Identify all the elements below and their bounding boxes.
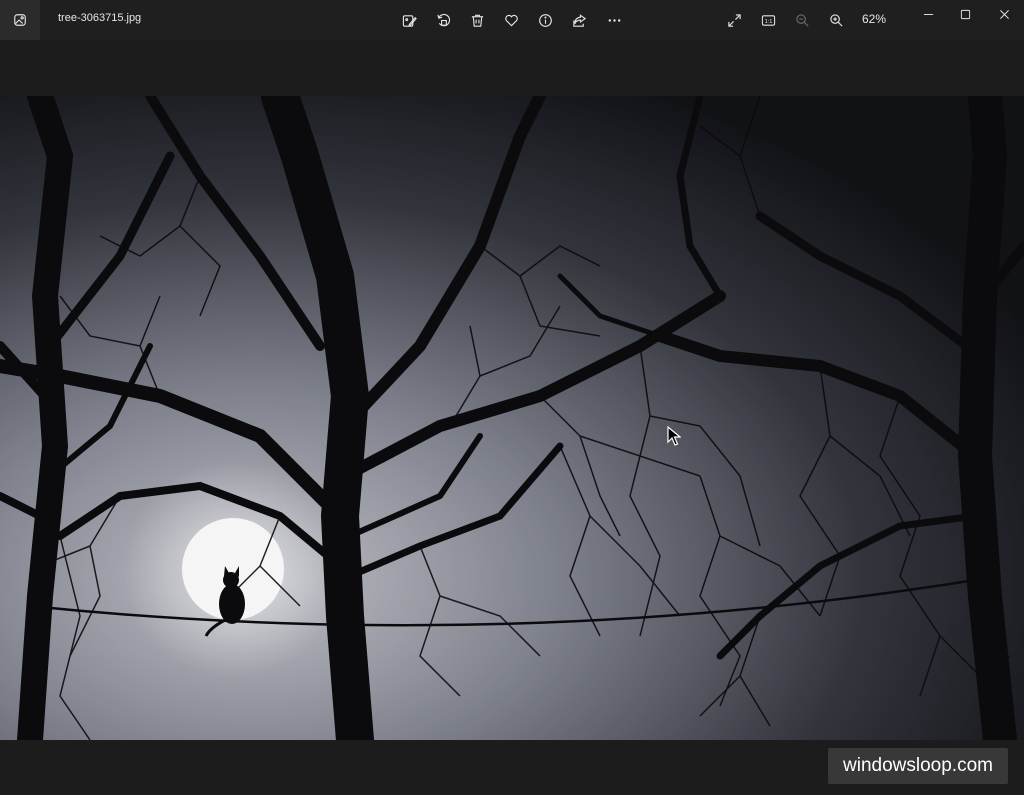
fullscreen-icon <box>727 13 741 27</box>
delete-button[interactable] <box>465 8 489 32</box>
maximize-icon <box>960 9 970 19</box>
more-icon <box>608 18 620 22</box>
maximize-button[interactable] <box>945 0 985 28</box>
zoom-out-button[interactable] <box>790 8 814 32</box>
actual-size-button[interactable]: 1:1 <box>756 8 780 32</box>
app-photos-icon[interactable] <box>0 0 40 40</box>
heart-icon <box>504 14 518 26</box>
more-button[interactable] <box>602 8 626 32</box>
close-button[interactable] <box>984 0 1024 28</box>
share-icon <box>572 13 586 27</box>
edit-image-button[interactable] <box>397 8 421 32</box>
rotate-icon <box>436 13 450 26</box>
displayed-photo[interactable] <box>0 96 1024 740</box>
info-icon <box>538 13 552 27</box>
info-button[interactable] <box>533 8 557 32</box>
title-bar: tree-3063715.jpg 1:1 62% <box>0 0 1024 40</box>
zoom-in-button[interactable] <box>824 8 848 32</box>
minimize-icon <box>923 13 933 15</box>
zoom-out-icon <box>795 13 809 27</box>
mouse-cursor-icon <box>667 426 681 446</box>
edit-image-icon <box>402 14 417 27</box>
zoom-level[interactable]: 62% <box>858 12 890 26</box>
minimize-button[interactable] <box>908 0 948 28</box>
delete-icon <box>471 14 483 27</box>
actual-size-label: 1:1 <box>764 18 772 24</box>
favorite-button[interactable] <box>499 8 523 32</box>
zoom-in-icon <box>829 13 843 27</box>
actual-size-icon: 1:1 <box>761 14 775 26</box>
share-button[interactable] <box>567 8 591 32</box>
close-icon <box>999 9 1009 19</box>
rotate-button[interactable] <box>431 8 455 32</box>
watermark: windowsloop.com <box>828 748 1008 784</box>
fullscreen-button[interactable] <box>722 8 746 32</box>
file-name: tree-3063715.jpg <box>58 12 142 24</box>
